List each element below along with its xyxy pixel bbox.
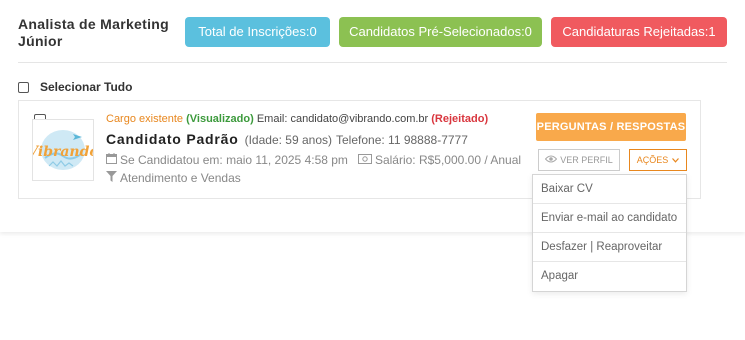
total-applications-badge[interactable]: Total de Inscrições:0 bbox=[185, 17, 330, 47]
money-icon bbox=[357, 153, 372, 167]
menu-item-download-cv[interactable]: Baixar CV bbox=[533, 175, 686, 204]
candidate-status-line: Cargo existente (Visualizado) Email: can… bbox=[106, 113, 488, 125]
candidate-name[interactable]: Candidato Padrão bbox=[106, 131, 239, 147]
candidate-age: (Idade: 59 anos) bbox=[244, 133, 332, 147]
select-all-label: Selecionar Tudo bbox=[40, 80, 133, 94]
filter-icon bbox=[106, 171, 117, 185]
rejected-status: (Rejeitado) bbox=[431, 113, 489, 125]
candidate-meta-line: Se Candidatou em: maio 11, 2025 4:58 pm … bbox=[106, 153, 521, 167]
menu-item-undo-reuse[interactable]: Desfazer | Reaproveitar bbox=[533, 233, 686, 262]
logo-wordmark: Vibrando bbox=[33, 144, 93, 160]
chevron-down-icon bbox=[672, 157, 680, 163]
company-logo: Vibrando bbox=[32, 119, 94, 181]
viewed-status: (Visualizado) bbox=[186, 113, 254, 125]
job-category: Atendimento e Vendas bbox=[120, 171, 241, 185]
actions-dropdown-button[interactable]: AÇÕES bbox=[629, 149, 687, 171]
menu-item-delete[interactable]: Apagar bbox=[533, 262, 686, 290]
candidate-category-line: Atendimento e Vendas bbox=[106, 171, 241, 185]
select-all[interactable]: Selecionar Tudo bbox=[18, 80, 132, 94]
questions-answers-button[interactable]: PERGUNTAS / RESPOSTAS bbox=[536, 113, 686, 141]
job-title: Analista de Marketing Júnior bbox=[18, 16, 170, 49]
eye-icon bbox=[545, 150, 558, 170]
calendar-icon bbox=[106, 153, 117, 167]
preselected-candidates-badge[interactable]: Candidatos Pré-Selecionados:0 bbox=[339, 17, 542, 47]
actions-label: AÇÕES bbox=[636, 155, 669, 165]
applied-date: Se Candidatou em: maio 11, 2025 4:58 pm bbox=[120, 153, 348, 167]
view-profile-label: VER PERFIL bbox=[560, 155, 613, 165]
salary: Salário: R$5,000.00 / Anual bbox=[374, 153, 522, 167]
select-all-checkbox[interactable] bbox=[18, 81, 29, 93]
view-profile-button[interactable]: VER PERFIL bbox=[538, 149, 620, 171]
menu-item-email-candidate[interactable]: Enviar e-mail ao candidato bbox=[533, 204, 686, 233]
divider bbox=[18, 62, 727, 63]
email-label: Email: bbox=[256, 113, 288, 125]
actions-menu: Baixar CV Enviar e-mail ao candidato Des… bbox=[532, 174, 687, 292]
position-status: Cargo existente bbox=[106, 113, 184, 125]
candidate-phone: Telefone: 11 98888-7777 bbox=[336, 133, 468, 147]
candidate-identity-line: Candidato Padrão (Idade: 59 anos) Telefo… bbox=[106, 131, 468, 147]
candidate-email[interactable]: candidato@vibrando.com.br bbox=[290, 113, 428, 125]
rejected-applications-badge[interactable]: Candidaturas Rejeitadas:1 bbox=[551, 17, 727, 47]
